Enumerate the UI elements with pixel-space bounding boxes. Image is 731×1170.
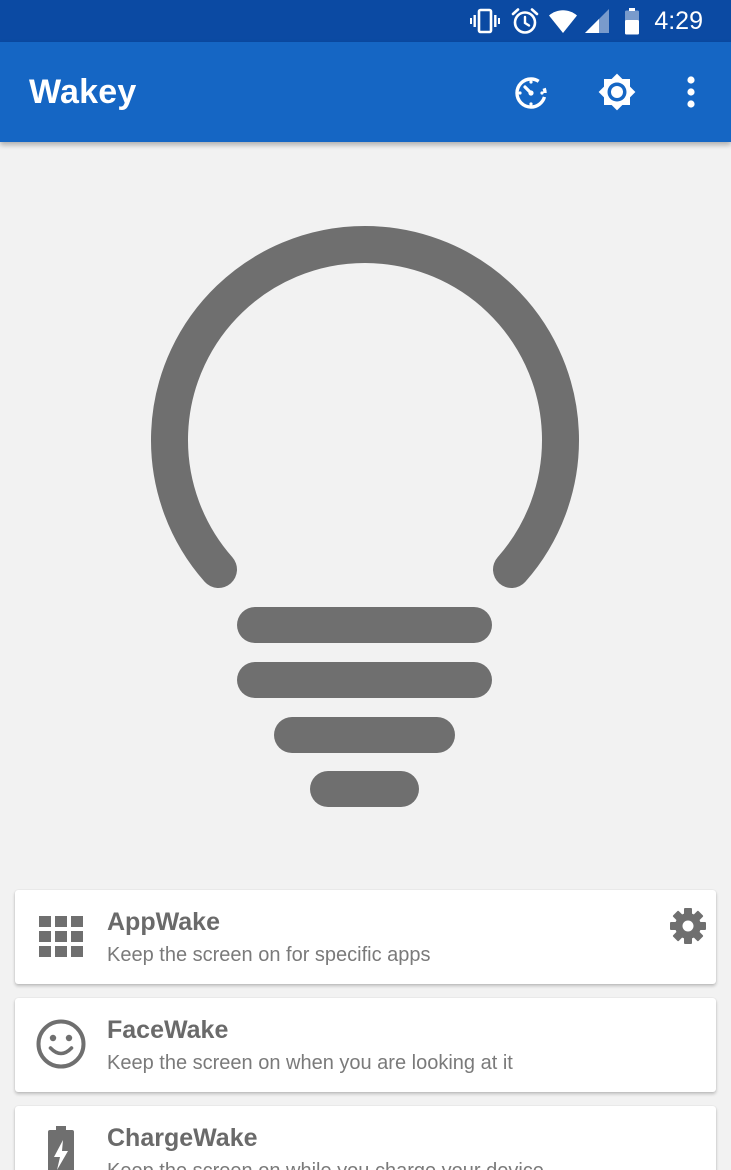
app-bar: Wakey xyxy=(0,42,731,142)
facewake-title: FaceWake xyxy=(107,1016,229,1044)
appwake-title: AppWake xyxy=(107,908,220,936)
chargewake-title: ChargeWake xyxy=(107,1124,258,1152)
app-title: Wakey xyxy=(29,73,137,111)
alarm-icon xyxy=(511,8,539,34)
lightbulb-toggle-icon[interactable] xyxy=(0,190,731,830)
chargewake-subtitle: Keep the screen on while you charge your… xyxy=(107,1160,544,1170)
battery-charging-icon xyxy=(48,1126,74,1170)
cell-signal-icon xyxy=(585,9,609,33)
smiley-face-icon xyxy=(36,1019,86,1069)
apps-grid-icon xyxy=(39,916,83,957)
appwake-card[interactable]: AppWake Keep the screen on for specific … xyxy=(15,890,716,984)
wakey-screen: 4:29 Wakey AppWake Keep the screen on fo… xyxy=(0,0,731,1170)
facewake-card[interactable]: FaceWake Keep the screen on when you are… xyxy=(15,998,716,1092)
appwake-settings-gear-icon[interactable] xyxy=(668,906,708,946)
brightness-icon[interactable] xyxy=(594,69,640,115)
appwake-subtitle: Keep the screen on for specific apps xyxy=(107,944,431,966)
status-bar: 4:29 xyxy=(0,0,731,42)
facewake-subtitle: Keep the screen on when you are looking … xyxy=(107,1052,513,1074)
status-time: 4:29 xyxy=(654,7,703,35)
chargewake-card[interactable]: ChargeWake Keep the screen on while you … xyxy=(15,1106,716,1170)
more-vert-icon[interactable] xyxy=(668,69,714,115)
wifi-icon xyxy=(549,10,577,33)
battery-icon xyxy=(625,8,639,35)
timer-icon[interactable] xyxy=(508,69,554,115)
vibrate-icon xyxy=(470,8,500,34)
